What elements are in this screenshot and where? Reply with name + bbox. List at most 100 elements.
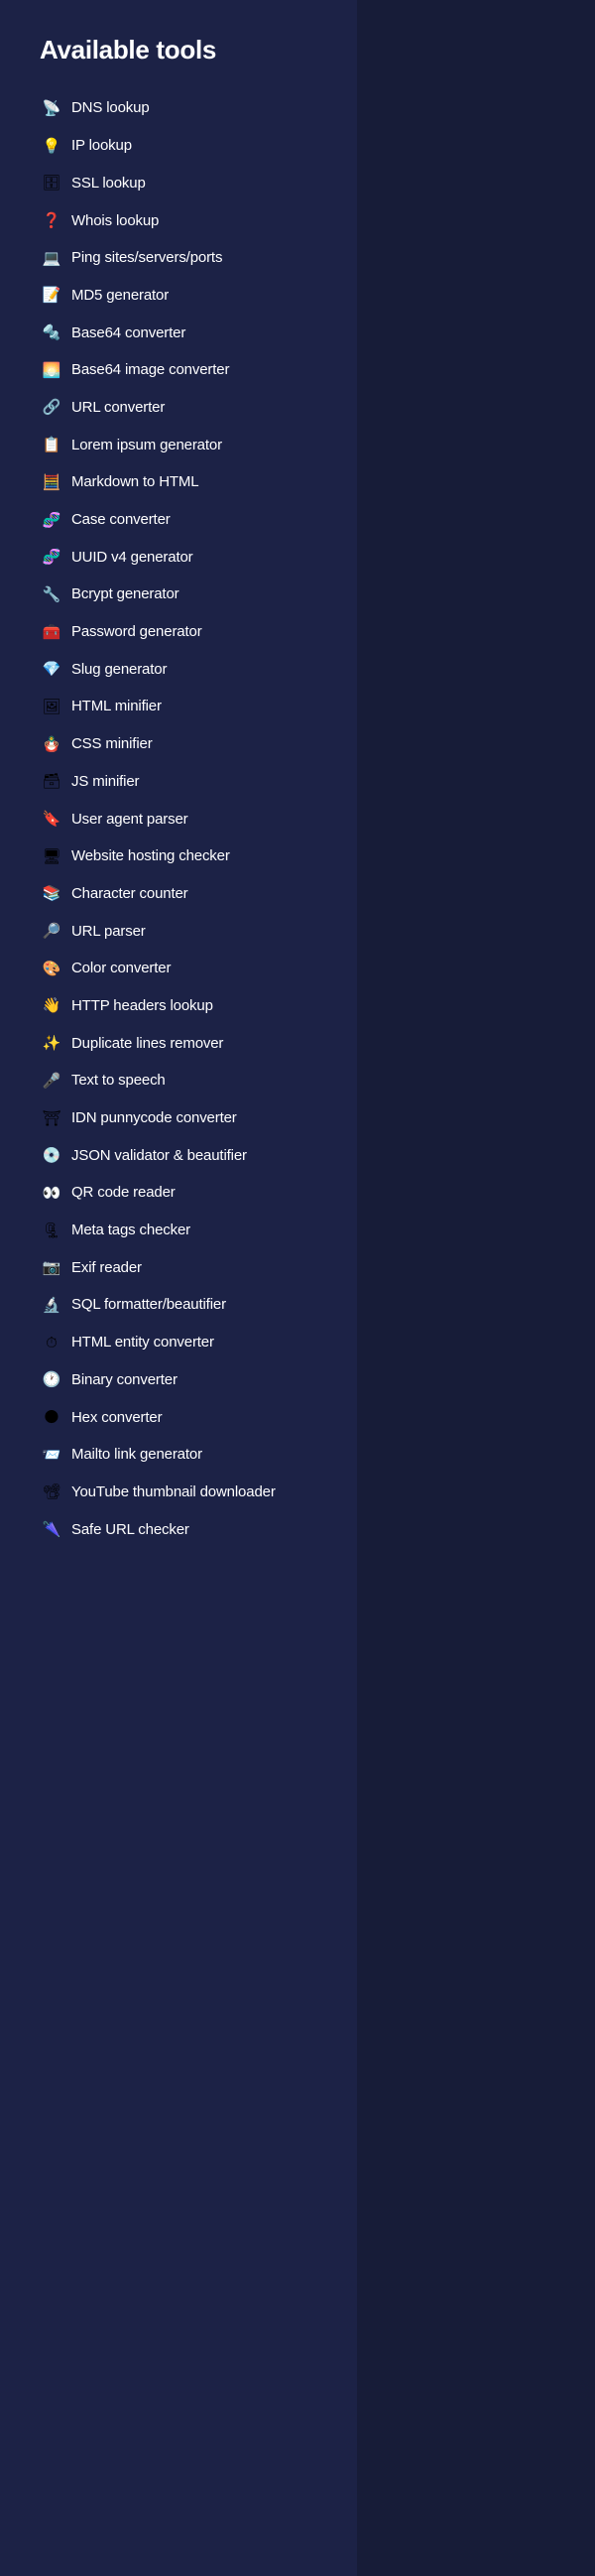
tool-list-item[interactable]: 🌂 Safe URL checker <box>0 1511 357 1549</box>
tool-item-label: User agent parser <box>71 810 188 828</box>
tool-list-item[interactable]: ⏱ HTML entity converter <box>0 1324 357 1361</box>
gem-stone-icon: 💎 <box>42 660 61 679</box>
tool-item-label: Mailto link generator <box>71 1446 202 1464</box>
tool-list-item[interactable]: 💎 Slug generator <box>0 651 357 689</box>
tool-list-item[interactable]: 📋 Lorem ipsum generator <box>0 427 357 464</box>
tool-list-item[interactable]: ✨ Duplicate lines remover <box>0 1025 357 1063</box>
tool-list-item[interactable]: 🪆 CSS minifier <box>0 725 357 763</box>
tool-list-item[interactable]: 📡 DNS lookup <box>0 90 357 128</box>
tool-item-label: QR code reader <box>71 1184 176 1202</box>
microphone-icon: 🎤 <box>42 1071 61 1090</box>
tool-item-label: SSL lookup <box>71 174 146 192</box>
tool-list-item[interactable]: 🧰 Password generator <box>0 613 357 651</box>
tool-item-label: YouTube thumbnail downloader <box>71 1482 276 1500</box>
magnifying-glass-icon: 🔎 <box>42 922 61 941</box>
tool-list-item[interactable]: 📨 Mailto link generator <box>0 1436 357 1474</box>
clamp-icon: 🗜 <box>42 1221 61 1239</box>
optical-disk-icon: 💿 <box>42 1146 61 1165</box>
tool-list-item[interactable]: ❓ Whois lookup <box>0 202 357 240</box>
microscope-icon: 🔬 <box>42 1295 61 1314</box>
tool-item-label: Bcrypt generator <box>71 585 179 603</box>
new-moon-icon: 🌑 <box>44 1408 60 1426</box>
closed-umbrella-icon: 🌂 <box>42 1520 61 1539</box>
shinto-shrine-icon: ⛩ <box>42 1108 61 1127</box>
tool-item-label: Character counter <box>71 884 188 902</box>
tool-item-label: Slug generator <box>71 660 168 678</box>
tool-item-label: Duplicate lines remover <box>71 1034 224 1052</box>
dna-colored-icon: 🧬 <box>42 548 61 567</box>
tool-list-item[interactable]: 📝 MD5 generator <box>0 277 357 315</box>
tool-list-item[interactable]: 💡 IP lookup <box>0 127 357 165</box>
tool-item-label: Case converter <box>71 511 171 528</box>
tool-item-label: Hex converter <box>71 1408 163 1426</box>
tool-list-item[interactable]: 📽 YouTube thumbnail downloader <box>0 1474 357 1511</box>
tool-item-label: HTML entity converter <box>71 1334 214 1352</box>
page-title: Available tools <box>40 35 217 64</box>
tool-list-item[interactable]: 💻 Ping sites/servers/ports <box>0 239 357 277</box>
tool-list-item[interactable]: 🎤 Text to speech <box>0 1062 357 1099</box>
tool-list-item[interactable]: 🧬 UUID v4 generator <box>0 539 357 577</box>
tool-list-item[interactable]: 🗃 JS minifier <box>0 763 357 801</box>
tool-list-item[interactable]: 🔖 User agent parser <box>0 801 357 838</box>
tool-list-item[interactable]: 🎨 Color converter <box>0 950 357 987</box>
tool-item-label: Binary converter <box>71 1370 178 1388</box>
tool-item-label: URL parser <box>71 922 146 940</box>
tool-item-label: Password generator <box>71 623 202 641</box>
tool-item-label: Whois lookup <box>71 211 160 229</box>
laptop-icon: 💻 <box>42 248 61 267</box>
tool-item-label: HTML minifier <box>71 698 162 715</box>
light-bulb-icon: 💡 <box>42 136 61 155</box>
tool-list-item[interactable]: 💿 JSON validator & beautifier <box>0 1137 357 1175</box>
wrench-icon: 🔧 <box>42 584 61 603</box>
tool-item-label: Safe URL checker <box>71 1520 189 1538</box>
tool-item-label: Website hosting checker <box>71 847 230 865</box>
tool-list-item[interactable]: 👀 QR code reader <box>0 1175 357 1213</box>
tool-list-item[interactable]: 🖼 HTML minifier <box>0 689 357 726</box>
tool-item-label: Base64 converter <box>71 323 186 341</box>
tool-item-label: Lorem ipsum generator <box>71 436 222 453</box>
tool-list-item[interactable]: 🔬 SQL formatter/beautifier <box>0 1287 357 1325</box>
tool-item-label: JSON validator & beautifier <box>71 1146 247 1164</box>
tool-list-item[interactable]: 🗜 Meta tags checker <box>0 1212 357 1249</box>
desktop-computer-icon: 🖥 <box>42 846 61 865</box>
tool-list-item[interactable]: 🌑 Hex converter <box>0 1399 357 1437</box>
tool-list-item[interactable]: 🔩 Base64 converter <box>0 315 357 352</box>
tool-item-label: DNS lookup <box>71 99 150 117</box>
tool-list-item[interactable]: 🧬 Case converter <box>0 501 357 539</box>
memo-icon: 📝 <box>42 286 61 305</box>
artist-palette-icon: 🎨 <box>42 959 61 977</box>
tool-list-item[interactable]: ⛩ IDN punnycode converter <box>0 1099 357 1137</box>
sparkles-icon: ✨ <box>42 1034 61 1053</box>
tool-list-item[interactable]: 👋 HTTP headers lookup <box>0 987 357 1025</box>
tool-item-label: Ping sites/servers/ports <box>71 249 223 267</box>
tool-list-item[interactable]: 🔧 Bcrypt generator <box>0 577 357 614</box>
tool-list-item[interactable]: 🗄 SSL lookup <box>0 165 357 202</box>
tool-list-item[interactable]: 🌅 Base64 image converter <box>0 351 357 389</box>
toolbox-icon: 🧰 <box>42 622 61 641</box>
tool-list-item[interactable]: 🖥 Website hosting checker <box>0 837 357 875</box>
tool-item-label: IDN punnycode converter <box>71 1109 237 1126</box>
waving-hand-icon: 👋 <box>42 996 61 1015</box>
tool-list-item[interactable]: 📷 Exif reader <box>0 1249 357 1287</box>
nesting-dolls-icon: 🪆 <box>42 734 61 753</box>
link-icon: 🔗 <box>42 398 61 417</box>
tool-item-label: HTTP headers lookup <box>71 996 213 1014</box>
tool-item-label: Markdown to HTML <box>71 473 199 491</box>
card-file-box-icon: 🗃 <box>42 772 61 791</box>
clipboard-icon: 📋 <box>42 436 61 454</box>
tool-list-item[interactable]: 🧮 Markdown to HTML <box>0 463 357 501</box>
tool-list-item[interactable]: 📚 Character counter <box>0 875 357 913</box>
tool-item-label: SQL formatter/beautifier <box>71 1296 226 1314</box>
tool-item-label: Exif reader <box>71 1258 142 1276</box>
film-projector-icon: 📽 <box>42 1482 61 1501</box>
satellite-antenna-icon: 📡 <box>42 98 61 117</box>
sunrise-icon: 🌅 <box>42 360 61 379</box>
camera-icon: 📷 <box>42 1258 61 1277</box>
tool-item-label: JS minifier <box>71 772 140 790</box>
tool-list-item[interactable]: 🔎 URL parser <box>0 913 357 951</box>
tool-list-item[interactable]: 🕐 Binary converter <box>0 1361 357 1399</box>
tool-item-label: MD5 generator <box>71 286 170 304</box>
tool-item-label: Text to speech <box>71 1072 166 1090</box>
tool-item-label: URL converter <box>71 398 166 416</box>
tool-list-item[interactable]: 🔗 URL converter <box>0 389 357 427</box>
